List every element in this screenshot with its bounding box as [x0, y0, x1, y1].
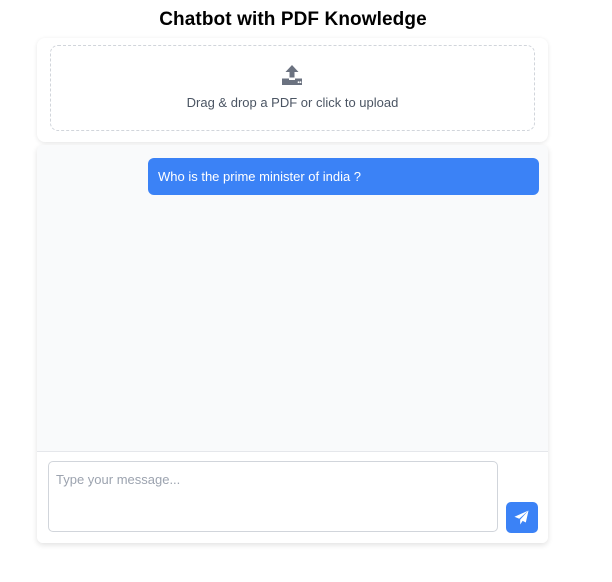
chat-panel: Who is the prime minister of india ? — [37, 145, 548, 543]
page-title: Chatbot with PDF Knowledge — [159, 9, 427, 30]
send-button[interactable] — [506, 502, 538, 533]
user-message-bubble: Who is the prime minister of india ? — [148, 158, 539, 195]
upload-card: Drag & drop a PDF or click to upload — [37, 38, 548, 142]
page: Chatbot with PDF Knowledge Drag & drop a… — [0, 0, 612, 582]
upload-icon — [281, 64, 303, 86]
upload-instructions: Drag & drop a PDF or click to upload — [186, 95, 399, 110]
message-input[interactable] — [48, 461, 498, 532]
send-icon — [514, 510, 529, 525]
composer — [37, 451, 548, 543]
message-list[interactable]: Who is the prime minister of india ? — [37, 145, 548, 451]
pdf-dropzone[interactable]: Drag & drop a PDF or click to upload — [50, 45, 535, 131]
